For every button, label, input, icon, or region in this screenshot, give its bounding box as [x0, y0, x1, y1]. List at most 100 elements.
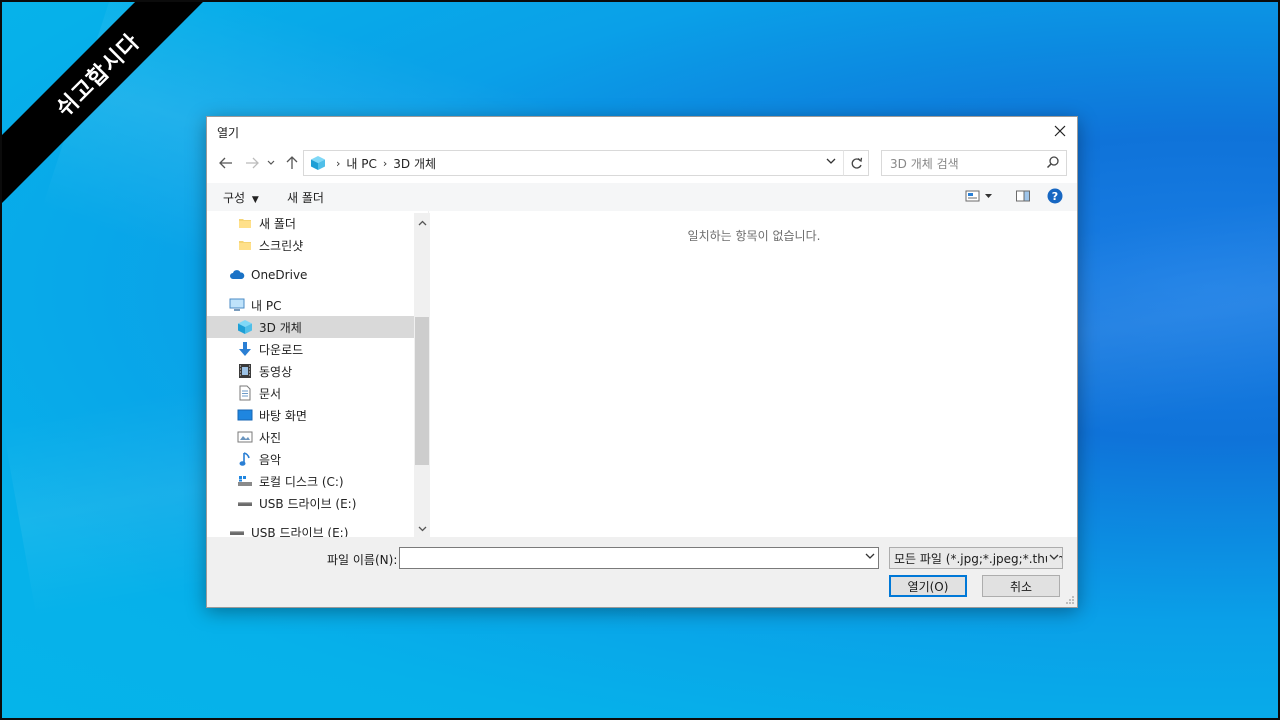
filename-value — [400, 551, 404, 565]
navigation-scrollbar[interactable] — [414, 213, 430, 537]
video-icon — [237, 363, 253, 379]
change-view-button[interactable] — [965, 188, 993, 207]
nav-item-my-pc[interactable]: 내 PC — [229, 294, 281, 316]
breadcrumb-my-pc[interactable]: 내 PC — [346, 155, 376, 172]
chevron-down-icon — [1047, 551, 1059, 564]
nav-item-music[interactable]: 음악 — [237, 448, 281, 470]
nav-item-label: 3D 개체 — [259, 320, 302, 335]
nav-item-pictures[interactable]: 사진 — [237, 426, 281, 448]
back-button[interactable] — [217, 153, 235, 173]
empty-folder-message: 일치하는 항목이 없습니다. — [687, 229, 821, 243]
nav-item-screenshots[interactable]: 스크린샷 — [237, 234, 303, 256]
nav-item-label: 새 폴더 — [259, 216, 296, 231]
desktop-icon — [237, 407, 253, 423]
usb-drive-icon — [237, 495, 253, 511]
nav-item-label: 내 PC — [251, 298, 282, 313]
help-button[interactable]: ? — [1047, 188, 1063, 207]
scroll-up-button[interactable] — [414, 215, 430, 231]
nav-item-3d-objects[interactable]: 3D 개체 — [207, 316, 414, 338]
svg-text:?: ? — [1052, 190, 1058, 203]
nav-item-label: USB 드라이브 (E:) — [251, 525, 349, 538]
nav-item-label: 스크린샷 — [259, 238, 304, 253]
nav-item-local-disk-c[interactable]: 로컬 디스크 (C:) — [237, 470, 344, 492]
folder-icon — [237, 237, 253, 253]
nav-item-desktop[interactable]: 바탕 화면 — [237, 404, 307, 426]
picture-icon — [237, 429, 253, 445]
up-arrow-icon — [286, 156, 298, 169]
chevron-down-icon — [826, 158, 836, 164]
organize-button[interactable]: 구성 ▼ — [223, 189, 259, 206]
preview-pane-icon — [1016, 190, 1030, 202]
address-bar[interactable]: › 내 PC › 3D 개체 — [303, 150, 869, 176]
music-icon — [237, 451, 253, 467]
filename-input[interactable] — [399, 547, 879, 569]
nav-item-usb-drive-e[interactable]: USB 드라이브 (E:) — [237, 492, 356, 514]
cancel-button[interactable]: 취소 — [982, 575, 1060, 597]
nav-item-downloads[interactable]: 다운로드 — [237, 338, 303, 360]
filename-label: 파일 이름(N): — [327, 553, 398, 567]
nav-item-usb-drive-e-root[interactable]: USB 드라이브 (E:) — [229, 521, 348, 537]
dialog-titlebar[interactable]: 열기 — [207, 117, 1077, 145]
nav-item-documents[interactable]: 문서 — [237, 382, 281, 404]
preview-pane-button[interactable] — [1015, 188, 1031, 207]
new-folder-button[interactable]: 새 폴더 — [287, 189, 324, 206]
chevron-down-icon — [418, 526, 426, 532]
3d-objects-icon — [237, 319, 253, 335]
chevron-down-icon — [865, 553, 875, 559]
nav-item-onedrive[interactable]: OneDrive — [229, 264, 307, 286]
file-type-value: 모든 파일 (*.jpg;*.jpeg;*.thumb — [894, 551, 1063, 566]
close-button[interactable] — [1047, 119, 1073, 143]
chevron-down-icon: ▼ — [251, 195, 259, 205]
dialog-title: 열기 — [217, 126, 240, 140]
search-icon[interactable] — [1046, 155, 1060, 172]
nav-item-label: 다운로드 — [259, 342, 304, 357]
file-list-pane[interactable]: 일치하는 항목이 없습니다. — [431, 213, 1077, 537]
download-icon — [237, 341, 253, 357]
desktop-background: 쉬고합시다 열기 › 내 PC › 3D 개체 3D 개체 검색 구성 ▼ 새 … — [0, 0, 1280, 720]
folder-icon — [237, 215, 253, 231]
open-file-dialog: 열기 › 내 PC › 3D 개체 3D 개체 검색 구성 ▼ 새 폴더 ? 새… — [206, 116, 1078, 608]
close-icon — [1054, 125, 1066, 137]
address-history-button[interactable] — [826, 155, 836, 168]
scroll-thumb[interactable] — [415, 317, 429, 465]
cloud-icon — [229, 267, 245, 283]
refresh-icon — [851, 157, 862, 169]
nav-item-label: USB 드라이브 (E:) — [259, 496, 357, 511]
view-options-icon — [965, 190, 992, 202]
search-placeholder: 3D 개체 검색 — [890, 156, 959, 171]
up-button[interactable] — [283, 153, 301, 173]
forward-button[interactable] — [243, 153, 261, 173]
nav-item-label: 사진 — [259, 430, 282, 445]
refresh-button[interactable] — [843, 150, 869, 176]
nav-item-new-folder[interactable]: 새 폴더 — [237, 212, 296, 234]
back-arrow-icon — [219, 157, 232, 169]
3d-objects-icon — [310, 155, 326, 171]
nav-item-label: 동영상 — [259, 364, 293, 379]
command-toolbar: 구성 ▼ 새 폴더 ? — [207, 183, 1077, 211]
help-icon: ? — [1047, 188, 1063, 204]
nav-item-label: 바탕 화면 — [259, 408, 307, 423]
computer-icon — [229, 297, 245, 313]
organize-label: 구성 — [223, 191, 246, 205]
breadcrumb-3d-objects[interactable]: 3D 개체 — [393, 155, 436, 172]
usb-drive-icon — [229, 524, 245, 537]
recent-locations-button[interactable] — [265, 153, 277, 173]
breadcrumb-separator: › — [382, 156, 388, 170]
nav-item-videos[interactable]: 동영상 — [237, 360, 292, 382]
nav-item-label: OneDrive — [251, 268, 308, 282]
chevron-up-icon — [418, 220, 426, 226]
forward-arrow-icon — [246, 157, 259, 169]
scroll-down-button[interactable] — [414, 521, 430, 537]
navigation-pane[interactable]: 새 폴더 스크린샷 OneDrive 내 PC 3D 개체 다운로드 동영상 문… — [207, 211, 429, 537]
nav-item-label: 로컬 디스크 (C:) — [259, 474, 344, 489]
local-disk-icon — [237, 473, 253, 489]
document-icon — [237, 385, 253, 401]
breadcrumb-separator: › — [336, 156, 341, 170]
resize-grip-icon[interactable] — [1065, 595, 1075, 605]
nav-item-label: 문서 — [259, 386, 282, 401]
open-button[interactable]: 열기(O) — [889, 575, 967, 597]
search-input[interactable]: 3D 개체 검색 — [881, 150, 1067, 176]
file-type-select[interactable]: 모든 파일 (*.jpg;*.jpeg;*.thumb — [889, 547, 1063, 569]
chevron-down-icon — [267, 160, 275, 165]
filename-history-button[interactable] — [865, 550, 875, 563]
